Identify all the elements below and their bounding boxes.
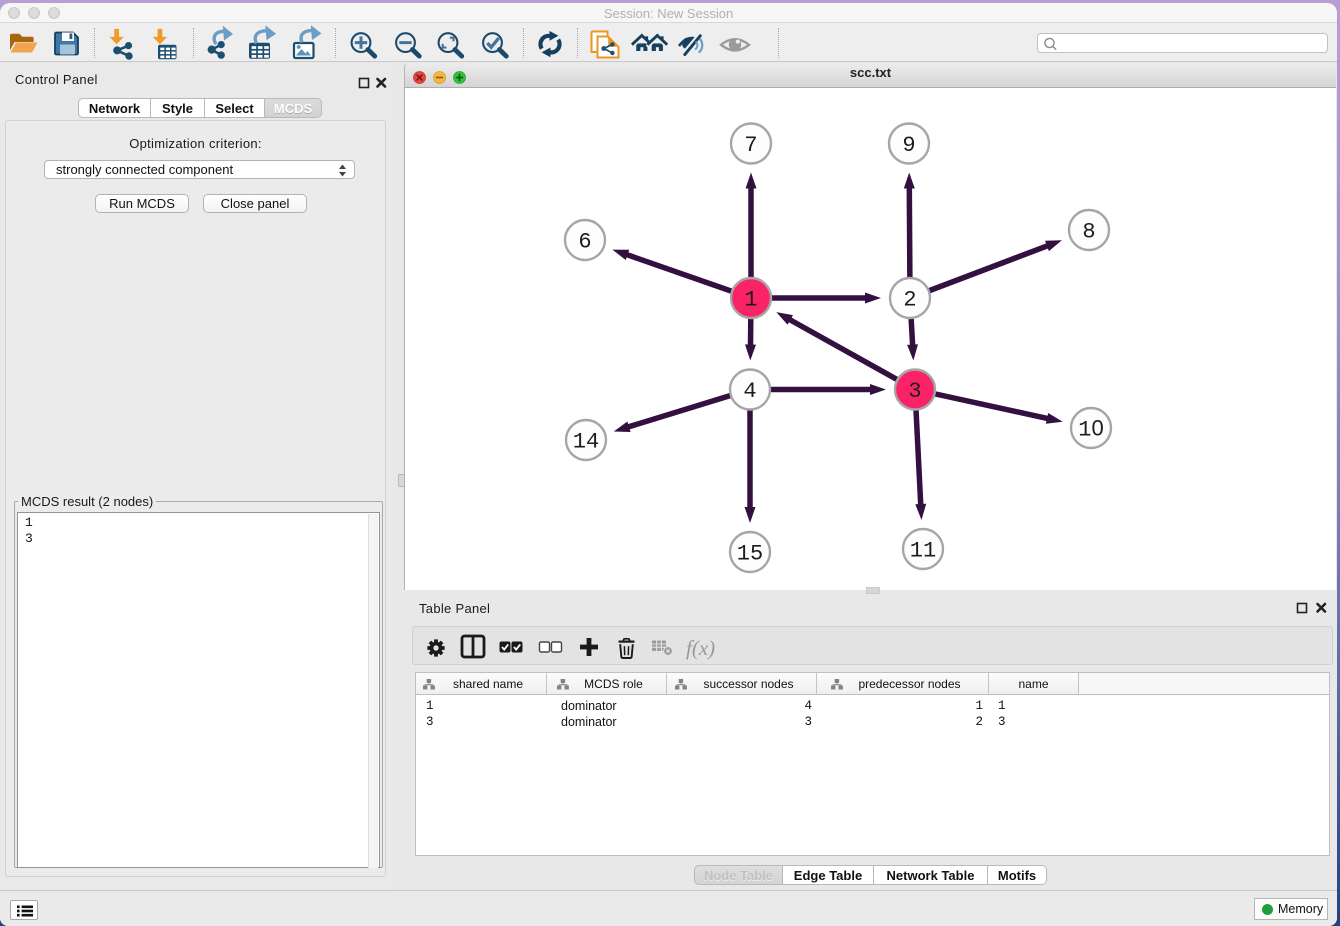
svg-text:6: 6 — [578, 230, 591, 255]
svg-text:15: 15 — [737, 542, 763, 567]
svg-text:14: 14 — [573, 430, 599, 455]
svg-text:9: 9 — [902, 133, 915, 158]
svg-text:1: 1 — [744, 288, 757, 313]
svg-text:3: 3 — [908, 379, 921, 404]
svg-text:f(x): f(x) — [686, 636, 715, 660]
svg-text:4: 4 — [743, 379, 756, 404]
svg-text:2: 2 — [903, 288, 916, 313]
svg-text:7: 7 — [744, 133, 757, 158]
svg-text:8: 8 — [1082, 220, 1095, 245]
svg-text:10: 10 — [1078, 416, 1103, 443]
svg-text:11: 11 — [910, 539, 936, 564]
